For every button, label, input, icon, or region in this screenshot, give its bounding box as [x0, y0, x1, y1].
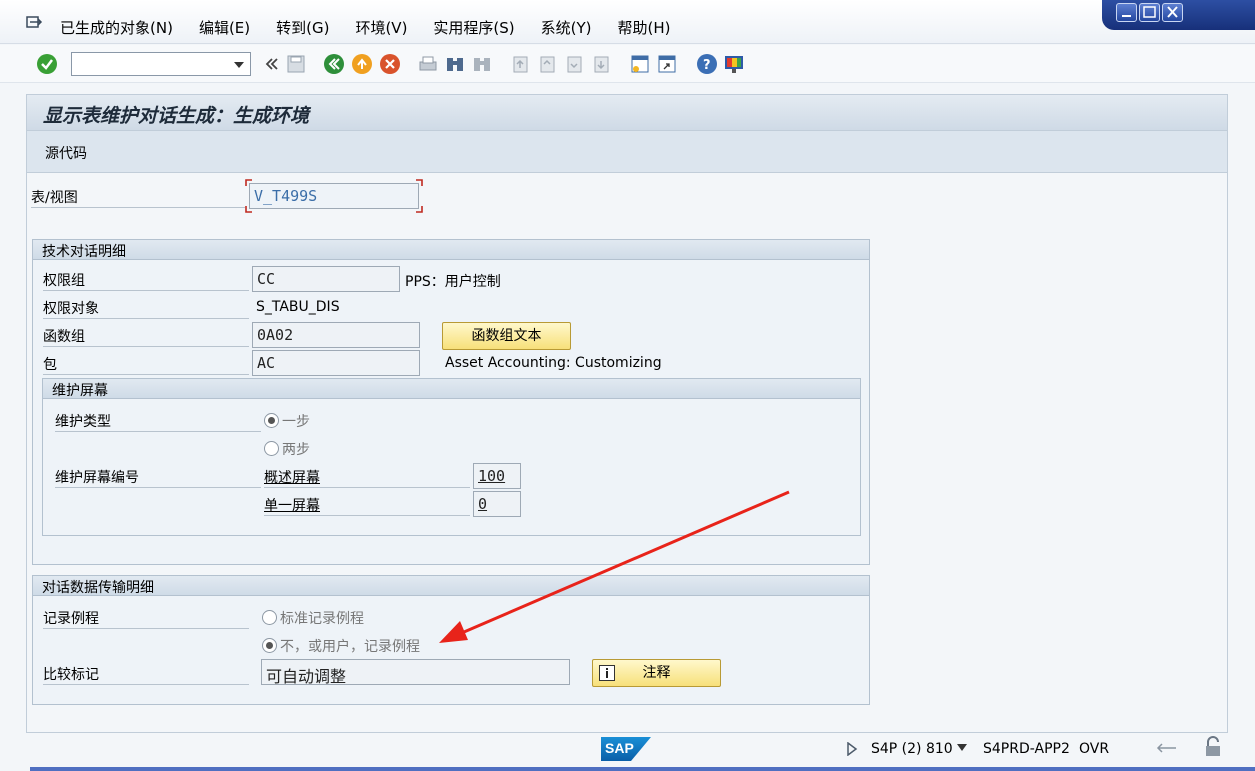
- standard-toolbar: ?: [0, 45, 1255, 83]
- shortcut-icon[interactable]: [656, 53, 678, 75]
- help-icon[interactable]: ?: [696, 53, 718, 75]
- enter-icon[interactable]: [36, 53, 58, 75]
- window-controls: [1102, 0, 1255, 30]
- close-icon: [1167, 6, 1178, 18]
- server-name: S4PRD-APP2: [983, 741, 1070, 757]
- status-bar: SAP S4P (2) 810 S4PRD-APP2 OVR: [0, 733, 1255, 771]
- main-content: 表/视图 V_T499S 技术对话明细 权限组 CC PPS：用户控制 权限对象…: [26, 173, 1228, 733]
- status-bottom-bar: [30, 767, 1255, 771]
- collapse-icon[interactable]: [260, 53, 282, 75]
- menu-system[interactable]: 系统(Y): [541, 17, 592, 38]
- menu-help[interactable]: 帮助(H): [618, 17, 671, 38]
- menu-utilities[interactable]: 实用程序(S): [433, 17, 514, 38]
- menu-environment[interactable]: 环境(V): [355, 17, 407, 38]
- close-window-button[interactable]: [1162, 3, 1183, 22]
- menu-goto[interactable]: 转到(G): [276, 17, 329, 38]
- find-icon[interactable]: [444, 53, 466, 75]
- minimize-icon: [1122, 15, 1131, 17]
- chevron-down-icon[interactable]: [234, 62, 244, 68]
- lock-icon[interactable]: [1203, 736, 1223, 758]
- annotation-arrow: [439, 490, 790, 643]
- customize-layout-icon[interactable]: [723, 53, 745, 75]
- sap-logo-icon: SAP: [601, 737, 651, 761]
- command-field[interactable]: [71, 52, 251, 76]
- exit-icon[interactable]: [351, 53, 373, 75]
- find-next-icon[interactable]: [471, 53, 493, 75]
- print-icon[interactable]: [417, 53, 439, 75]
- previous-page-icon[interactable]: [536, 53, 558, 75]
- cancel-icon[interactable]: [379, 53, 401, 75]
- svg-text:?: ?: [703, 58, 711, 73]
- maximize-icon: [1143, 6, 1156, 18]
- last-page-icon[interactable]: [590, 53, 612, 75]
- application-toolbar: 源代码: [26, 131, 1228, 173]
- next-page-icon[interactable]: [563, 53, 585, 75]
- menu-generated-objects[interactable]: 已生成的对象(N): [60, 17, 173, 38]
- page-title: 显示表维护对话生成：生成环境: [43, 105, 310, 127]
- status-expand-icon[interactable]: [846, 742, 858, 756]
- back-icon[interactable]: [323, 53, 345, 75]
- chevron-down-icon[interactable]: [957, 744, 967, 752]
- menu-bar: 已生成的对象(N) 编辑(E) 转到(G) 环境(V) 实用程序(S) 系统(Y…: [0, 0, 1255, 44]
- system-info: S4P (2) 810: [871, 741, 953, 757]
- new-session-icon[interactable]: [629, 53, 651, 75]
- insert-mode: OVR: [1079, 741, 1110, 757]
- minimize-button[interactable]: [1116, 3, 1137, 22]
- save-icon[interactable]: [285, 53, 307, 75]
- screen-title-bar: 显示表维护对话生成：生成环境: [26, 94, 1228, 131]
- maximize-button[interactable]: [1139, 3, 1160, 22]
- system-menu-icon[interactable]: [24, 14, 44, 34]
- first-page-icon[interactable]: [509, 53, 531, 75]
- source-code-button[interactable]: 源代码: [45, 143, 87, 163]
- status-link-icon[interactable]: [1156, 739, 1178, 757]
- menu-edit[interactable]: 编辑(E): [199, 17, 250, 38]
